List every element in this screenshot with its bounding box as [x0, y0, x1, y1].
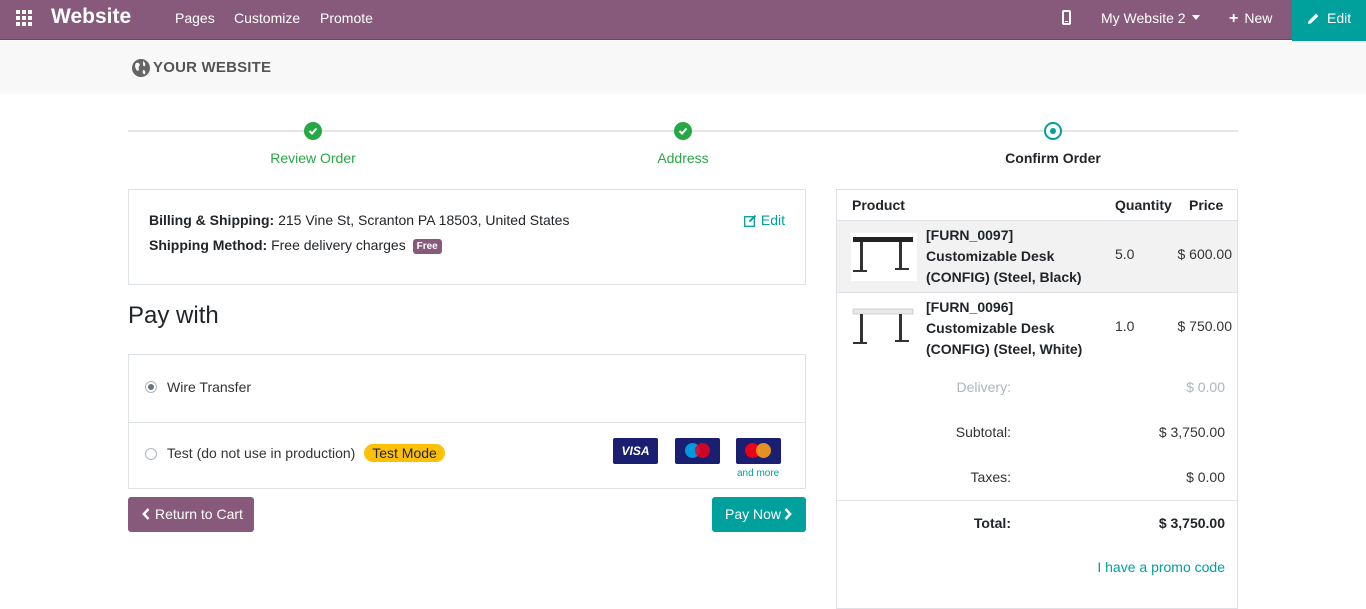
plus-icon: +	[1229, 10, 1239, 27]
black-desk-image	[851, 233, 917, 281]
edit-square-icon	[743, 214, 756, 227]
product-name: [FURN_0097] Customizable Desk (CONFIG) (…	[926, 227, 1082, 285]
edit-address-label: Edit	[760, 212, 785, 228]
return-to-cart-button[interactable]: Return to Cart	[128, 497, 254, 532]
maestro-logo-icon	[675, 438, 720, 464]
subtotal-label: Subtotal:	[955, 424, 1011, 440]
pay-with-heading: Pay with	[128, 302, 219, 329]
pencil-icon	[1308, 13, 1319, 24]
test-payment-label: Test (do not use in production)	[167, 445, 356, 461]
step-confirm-current-icon	[1044, 122, 1062, 140]
payment-option-test[interactable]: Test (do not use in production) Test Mod…	[129, 422, 805, 489]
mastercard-circle-orange	[756, 443, 771, 458]
taxes-label: Taxes:	[970, 469, 1011, 485]
taxes-value: $ 0.00	[1186, 469, 1225, 485]
return-to-cart-label: Return to Cart	[155, 506, 243, 522]
new-button[interactable]: + New	[1229, 10, 1272, 28]
totals-divider	[837, 500, 1237, 501]
table-row: [FURN_0096] Customizable Desk (CONFIG) (…	[837, 293, 1237, 364]
test-payment-label-wrap[interactable]: Test (do not use in production) Test Mod…	[167, 444, 445, 462]
total-value: $ 3,750.00	[1158, 515, 1225, 531]
billing-line: Billing & Shipping: 215 Vine St, Scranto…	[149, 212, 569, 228]
visa-logo-icon: VISA	[613, 438, 658, 464]
billing-value: 215 Vine St, Scranton PA 18503, United S…	[278, 212, 570, 228]
product-column-header: Product	[852, 197, 905, 213]
globe-icon	[132, 59, 150, 77]
product-qty: 5.0	[1115, 246, 1135, 262]
apps-menu-icon[interactable]	[16, 10, 34, 28]
price-column-header: Price	[1189, 197, 1224, 213]
white-desk-image	[851, 305, 917, 353]
website-selector-label: My Website 2	[1101, 10, 1186, 26]
mobile-preview-icon[interactable]	[1062, 10, 1071, 25]
top-navbar: Website Pages Customize Promote My Websi…	[0, 0, 1366, 41]
order-summary: Product Quantity Price [FURN_0097] Custo…	[836, 189, 1238, 609]
mastercard-logo-icon	[736, 438, 781, 464]
delivery-label: Delivery:	[956, 379, 1011, 395]
shipping-value: Free delivery charges	[271, 237, 406, 253]
subtotal-value: $ 3,750.00	[1158, 424, 1225, 440]
website-selector[interactable]: My Website 2	[1101, 10, 1200, 26]
step-review-order[interactable]: Review Order	[213, 150, 413, 166]
product-price: $ 750.00	[1177, 318, 1233, 334]
maestro-circle-red	[695, 443, 710, 458]
quantity-column-header: Quantity	[1115, 197, 1172, 213]
app-title: Website	[51, 5, 132, 28]
edit-button[interactable]: Edit	[1292, 0, 1366, 41]
payment-option-wire-transfer[interactable]: Wire Transfer	[129, 355, 805, 423]
shipping-label: Shipping Method:	[149, 237, 268, 253]
wire-transfer-label[interactable]: Wire Transfer	[167, 379, 251, 395]
step-address-done-icon	[674, 122, 692, 140]
delivery-value: $ 0.00	[1186, 379, 1225, 395]
chevron-right-icon	[784, 508, 792, 520]
chevron-left-icon	[142, 508, 150, 520]
caret-down-icon	[1191, 15, 1200, 20]
step-review-done-icon	[304, 122, 322, 140]
edit-address-link[interactable]: Edit	[743, 212, 785, 228]
product-price: $ 600.00	[1177, 246, 1233, 262]
pay-now-button[interactable]: Pay Now	[712, 497, 806, 532]
and-more-text: and more	[737, 468, 780, 479]
wire-transfer-radio[interactable]	[145, 381, 157, 393]
nav-promote[interactable]: Promote	[320, 10, 373, 26]
shipping-line: Shipping Method: Free delivery charges F…	[149, 237, 442, 254]
address-card: Billing & Shipping: 215 Vine St, Scranto…	[128, 189, 806, 285]
product-qty: 1.0	[1115, 318, 1135, 334]
edit-button-label: Edit	[1327, 10, 1352, 26]
step-address[interactable]: Address	[583, 150, 783, 166]
step-confirm-order: Confirm Order	[1005, 150, 1101, 166]
payment-methods-card: Wire Transfer Test (do not use in produc…	[128, 354, 806, 489]
promo-code-link[interactable]: I have a promo code	[1097, 559, 1225, 575]
product-name: [FURN_0096] Customizable Desk (CONFIG) (…	[926, 299, 1083, 357]
pay-now-label: Pay Now	[725, 506, 782, 522]
nav-pages[interactable]: Pages	[175, 10, 215, 26]
test-payment-radio[interactable]	[145, 448, 157, 460]
total-label: Total:	[973, 515, 1011, 531]
new-button-label: New	[1244, 10, 1273, 26]
free-badge: Free	[412, 239, 442, 254]
website-logo[interactable]: YOUR WEBSITE	[153, 59, 271, 76]
billing-label: Billing & Shipping:	[149, 212, 275, 228]
nav-customize[interactable]: Customize	[234, 10, 300, 26]
table-row: [FURN_0097] Customizable Desk (CONFIG) (…	[837, 221, 1237, 293]
test-mode-badge: Test Mode	[364, 444, 445, 462]
